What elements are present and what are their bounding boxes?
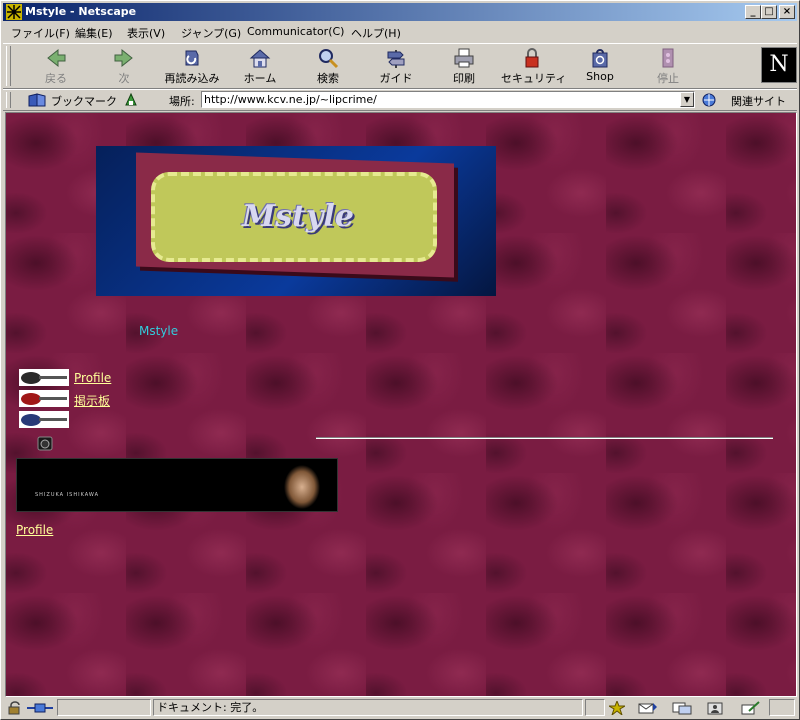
stop-label: 停止 [657, 72, 679, 85]
security-button[interactable]: セキュリティ [501, 47, 567, 87]
maximize-button[interactable]: □ [761, 5, 777, 19]
shop-label: Shop [586, 70, 614, 83]
guitar-icon [21, 372, 67, 384]
menu-bar: ファイル(F) 編集(E) 表示(V) ジャンプ(G) Communicator… [3, 22, 797, 42]
security-lock-icon[interactable] [7, 701, 23, 715]
related-sites-icon [702, 93, 716, 107]
back-arrow-icon [47, 48, 66, 68]
close-button[interactable]: × [779, 5, 795, 19]
back-label: 戻る [45, 72, 67, 85]
address-book-icon[interactable] [707, 701, 723, 715]
reload-label: 再読み込み [164, 72, 220, 85]
forward-button[interactable]: 次 [93, 47, 155, 87]
location-toolbar-grip[interactable] [6, 92, 11, 108]
mail-component-icon[interactable] [637, 701, 659, 715]
navigation-toolbar: 戻る 次 再読み込み ホーム 検索 ガイド 印刷 セキュリティ Shop 停止 … [3, 43, 797, 89]
print-label: 印刷 [453, 72, 475, 85]
nav-link-profile[interactable]: Profile [74, 371, 111, 385]
home-button[interactable]: ホーム [229, 47, 291, 87]
browser-window: Mstyle - Netscape _ □ × ファイル(F) 編集(E) 表示… [0, 0, 800, 720]
url-dropdown-button[interactable]: ▼ [680, 92, 694, 107]
printer-icon [454, 48, 474, 68]
padlock-icon [525, 48, 539, 68]
status-progress-cell [57, 699, 151, 716]
menu-file[interactable]: ファイル(F) [11, 25, 70, 41]
site-banner-image: Mstyle [96, 146, 496, 296]
related-sites-button[interactable]: 関連サイト [731, 93, 786, 109]
location-label: 場所: [169, 95, 195, 108]
guitar-image-bbs[interactable] [19, 390, 69, 407]
bookmarks-icon [28, 93, 46, 107]
back-button[interactable]: 戻る [25, 47, 87, 87]
stop-button[interactable]: 停止 [637, 47, 699, 87]
reload-icon [185, 50, 199, 66]
reload-button[interactable]: 再読み込み [161, 47, 223, 87]
composer-icon[interactable] [741, 701, 761, 715]
guitar-image-3 [19, 411, 69, 428]
page-content: Mstyle Mstyle Profile 掲示板 SHIZUKA ISHIKA… [5, 112, 797, 697]
banner-plate: Mstyle [151, 172, 437, 262]
guitar-icon [21, 393, 67, 405]
status-resize-grip[interactable] [769, 699, 795, 716]
amplifier-icon [37, 436, 53, 451]
page-proxy-icon[interactable] [123, 92, 139, 108]
forward-label: 次 [118, 72, 130, 85]
photo-face [272, 459, 337, 511]
title-bar[interactable]: Mstyle - Netscape _ □ × [3, 3, 797, 21]
guide-button[interactable]: ガイド [365, 47, 427, 87]
artist-photo-banner: SHIZUKA ISHIKAWA [16, 458, 338, 512]
photo-caption: SHIZUKA ISHIKAWA [35, 492, 100, 498]
print-button[interactable]: 印刷 [433, 47, 495, 87]
search-label: 検索 [317, 72, 339, 85]
guitar-image-profile[interactable] [19, 369, 69, 386]
nav-link-bbs[interactable]: 掲示板 [74, 392, 110, 409]
window-title: Mstyle - Netscape [25, 5, 137, 18]
url-text: http://www.kcv.ne.jp/~lipcrime/ [204, 93, 377, 106]
home-label: ホーム [243, 72, 277, 85]
url-field[interactable]: http://www.kcv.ne.jp/~lipcrime/ ▼ [201, 91, 695, 108]
guide-signpost-icon [387, 50, 405, 68]
menu-view[interactable]: 表示(V) [127, 25, 165, 41]
banner-logo-text: Mstyle [242, 199, 354, 234]
security-label: セキュリティ [501, 72, 567, 85]
netscape-app-icon [6, 4, 22, 20]
menu-help[interactable]: ヘルプ(H) [351, 25, 401, 41]
location-toolbar: ブックマーク 場所: http://www.kcv.ne.jp/~lipcrim… [3, 89, 797, 111]
forward-arrow-icon [114, 48, 133, 68]
shop-bag-icon [592, 49, 608, 68]
netscape-logo[interactable]: N [761, 47, 797, 83]
guitar-icon [21, 414, 67, 426]
status-small-cell [585, 699, 605, 716]
status-message: ドキュメント: 完了。 [153, 699, 583, 716]
horizontal-rule [316, 437, 773, 439]
guide-label: ガイド [379, 72, 413, 85]
stop-icon [662, 48, 674, 68]
online-connection-icon[interactable] [25, 701, 55, 715]
home-icon [249, 49, 271, 68]
menu-go[interactable]: ジャンプ(G) [181, 25, 241, 41]
site-title: Mstyle [139, 324, 179, 338]
status-bar: ドキュメント: 完了。 [3, 698, 797, 718]
search-icon [319, 49, 339, 69]
menu-edit[interactable]: 編集(E) [75, 25, 113, 41]
menu-communicator[interactable]: Communicator(C) [247, 25, 344, 38]
search-button[interactable]: 検索 [297, 47, 359, 87]
shop-button[interactable]: Shop [569, 47, 631, 87]
discussion-groups-icon[interactable] [671, 701, 693, 715]
navigator-component-icon[interactable] [609, 701, 625, 715]
footer-profile-link[interactable]: Profile [16, 523, 53, 537]
bookmarks-button[interactable]: ブックマーク [51, 93, 117, 109]
minimize-button[interactable]: _ [745, 5, 761, 19]
toolbar-grip[interactable] [6, 46, 11, 86]
